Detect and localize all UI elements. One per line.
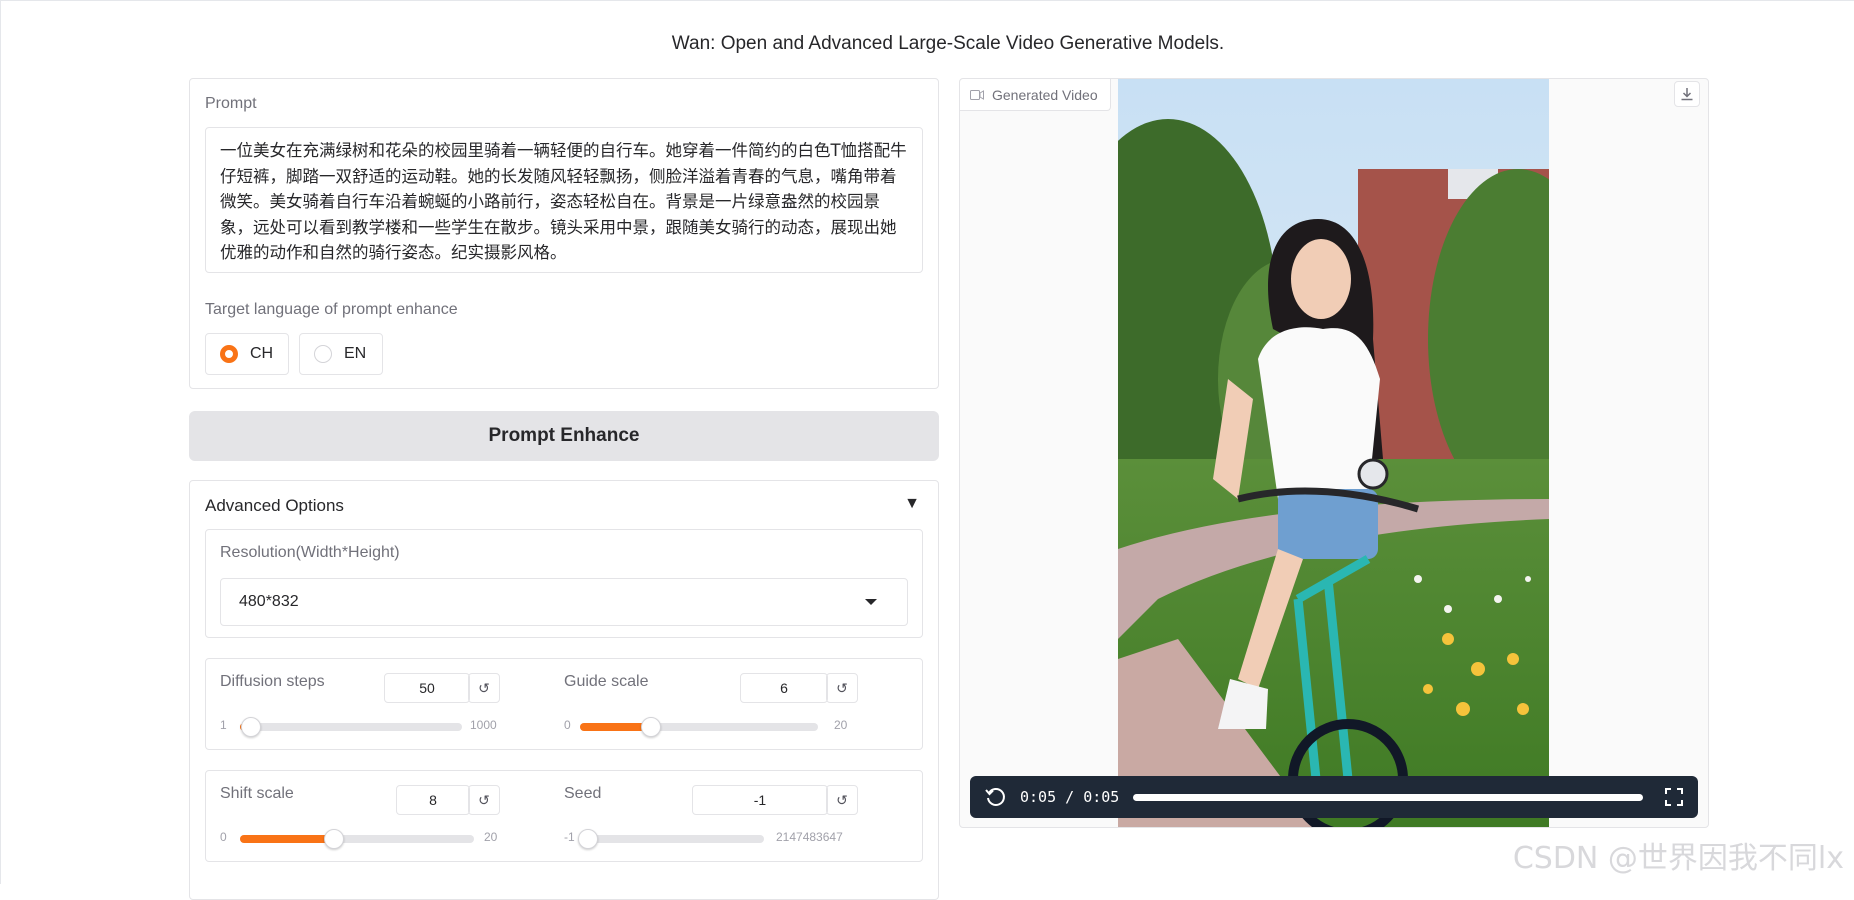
slider-thumb[interactable] (578, 829, 598, 849)
page-title: Wan: Open and Advanced Large-Scale Video… (671, 33, 1225, 54)
slider-thumb[interactable] (240, 717, 261, 737)
watermark: CSDN @世界因我不同lx (1512, 841, 1844, 876)
diffusion-steps-label: Diffusion steps (220, 673, 325, 690)
slider-min: 1 (220, 718, 227, 732)
seed-input[interactable]: -1 (692, 785, 828, 815)
shift-scale-slider[interactable] (240, 829, 474, 849)
slider-max: 20 (484, 830, 498, 844)
slider-row-1: Diffusion steps 50 ↺ 1 1000 Guide scale … (205, 658, 923, 750)
prompt-textarea[interactable]: 一位美女在充满绿树和花朵的校园里骑着一辆轻便的自行车。她穿着一件简约的白色T恤搭… (205, 127, 923, 273)
slider-fill (240, 835, 334, 843)
radio-unchecked-icon (314, 345, 332, 363)
guide-scale-control: Guide scale 6 ↺ 0 20 (564, 659, 922, 751)
slider-min: 0 (220, 830, 227, 844)
seed-control: Seed -1 ↺ -1 2147483647 (564, 771, 922, 863)
video-progress-bar[interactable] (1133, 793, 1644, 801)
seed-slider[interactable] (578, 829, 764, 849)
prompt-label: Prompt (205, 95, 257, 112)
shift-scale-input[interactable]: 8 (396, 785, 470, 815)
video-panel: Generated Video 0:05 / 0:05 (959, 78, 1709, 828)
slider-min: -1 (564, 830, 575, 844)
video-controls: 0:05 / 0:05 (970, 776, 1698, 818)
video-frame[interactable] (1118, 79, 1549, 827)
advanced-options-panel: Advanced Options ▼ Resolution(Width*Heig… (189, 480, 939, 900)
reset-icon[interactable]: ↺ (826, 673, 858, 703)
video-label-tab: Generated Video (960, 79, 1111, 111)
reset-icon[interactable]: ↺ (826, 785, 858, 815)
shift-scale-control: Shift scale 8 ↺ 0 20 (206, 771, 564, 863)
slider-max: 1000 (470, 718, 497, 732)
language-label: Target language of prompt enhance (205, 301, 458, 318)
app-root: Wan: Open and Advanced Large-Scale Video… (0, 0, 1854, 900)
guide-scale-input[interactable]: 6 (740, 673, 828, 703)
slider-row-2: Shift scale 8 ↺ 0 20 Seed -1 ↺ -1 214748… (205, 770, 923, 862)
diffusion-steps-control: Diffusion steps 50 ↺ 1 1000 (206, 659, 564, 751)
reset-icon[interactable]: ↺ (468, 785, 500, 815)
resolution-value: 480*832 (239, 593, 299, 610)
video-label: Generated Video (992, 86, 1098, 103)
guide-scale-label: Guide scale (564, 673, 649, 690)
radio-ch[interactable]: CH (205, 333, 289, 375)
video-time: 0:05 / 0:05 (1020, 788, 1120, 806)
slider-max: 2147483647 (776, 830, 843, 844)
chevron-down-icon (865, 599, 877, 605)
download-icon[interactable] (1674, 81, 1700, 107)
diffusion-steps-input[interactable]: 50 (384, 673, 470, 703)
guide-scale-slider[interactable] (580, 717, 818, 737)
slider-min: 0 (564, 718, 571, 732)
diffusion-steps-slider[interactable] (240, 717, 462, 737)
replay-icon[interactable] (984, 786, 1006, 808)
resolution-dropdown[interactable]: 480*832 (220, 578, 908, 626)
slider-max: 20 (834, 718, 848, 732)
advanced-options-title[interactable]: Advanced Options (205, 496, 344, 516)
radio-en-label: EN (344, 345, 367, 362)
prompt-enhance-button[interactable]: Prompt Enhance (189, 411, 939, 461)
radio-checked-icon (220, 345, 238, 363)
fullscreen-icon[interactable] (1664, 787, 1684, 807)
reset-icon[interactable]: ↺ (468, 673, 500, 703)
seed-label: Seed (564, 785, 602, 802)
radio-en[interactable]: EN (299, 333, 383, 375)
resolution-block: Resolution(Width*Height) 480*832 (205, 529, 923, 638)
triangle-down-icon[interactable]: ▼ (904, 495, 920, 513)
slider-thumb[interactable] (323, 829, 344, 849)
radio-ch-label: CH (250, 345, 274, 362)
video-thumbnail-image (1118, 79, 1549, 827)
prompt-panel: Prompt 一位美女在充满绿树和花朵的校园里骑着一辆轻便的自行车。她穿着一件简… (189, 78, 939, 389)
resolution-label: Resolution(Width*Height) (220, 544, 400, 561)
slider-thumb[interactable] (641, 717, 662, 737)
video-camera-icon (970, 89, 984, 100)
shift-scale-label: Shift scale (220, 785, 294, 802)
